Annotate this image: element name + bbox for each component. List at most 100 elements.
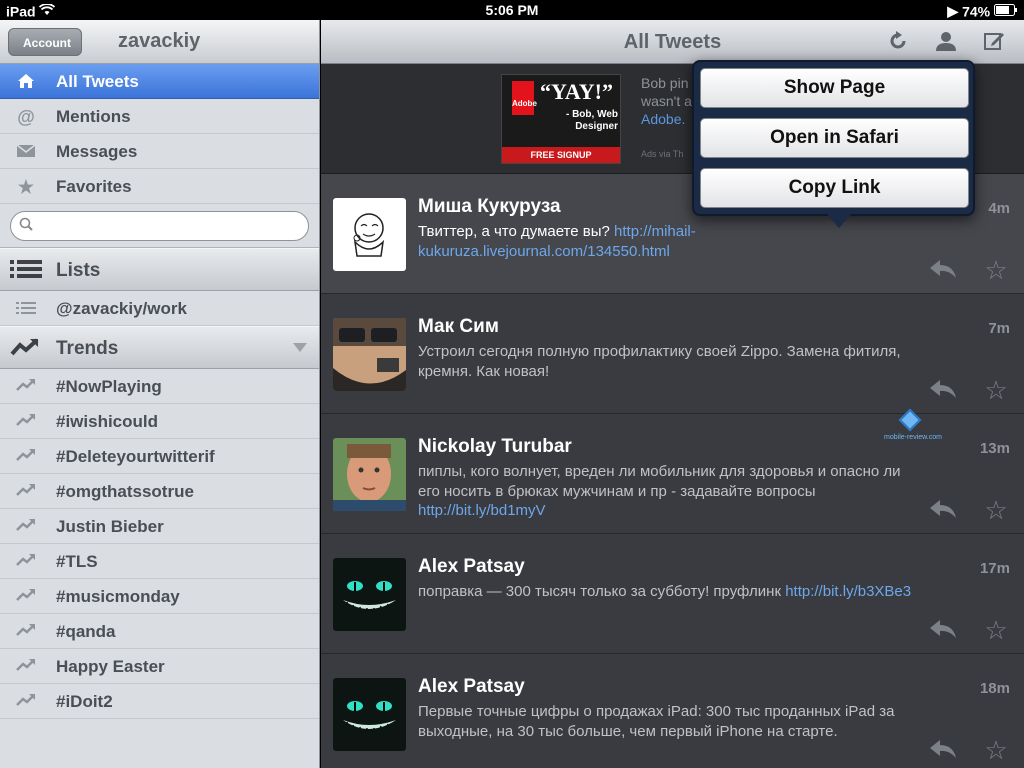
trend-icon — [16, 657, 36, 677]
status-time: 5:06 PM — [485, 2, 539, 18]
tweet-row[interactable]: Alex Patsay 17m поправка — 300 тысяч тольк… — [321, 534, 1024, 654]
envelope-icon — [16, 142, 36, 162]
tweet-text: поправка — 300 тысяч только за субботу! … — [418, 582, 918, 602]
adobe-logo: Adobe — [512, 81, 537, 115]
ad-via: Ads via Th — [641, 149, 684, 159]
tweet-body: Первые точные цифры о продажах iPad: 300… — [418, 703, 895, 740]
sidebar-item-list[interactable]: @zavackiy/work — [0, 291, 319, 326]
tweet-author: Alex Patsay — [418, 556, 525, 577]
star-icon[interactable]: ☆ — [982, 376, 1010, 404]
trends-section-header[interactable]: Trends — [0, 326, 319, 369]
trend-icon — [16, 412, 36, 432]
sidebar-item-trend[interactable]: #iDoit2 — [0, 684, 319, 719]
tweet-text: пиплы, кого волнует, вреден ли мобильник… — [418, 462, 918, 521]
lists-header-label: Lists — [56, 260, 101, 281]
compose-icon[interactable] — [981, 30, 1007, 54]
sidebar-item-messages[interactable]: Messages — [0, 134, 319, 169]
tweet-link[interactable]: http://bit.ly/b3XBe3 — [785, 583, 911, 600]
ad-signup-button[interactable]: FREE SIGNUP — [502, 147, 620, 163]
sidebar-item-label: Favorites — [56, 177, 132, 196]
tweet-text: Первые точные цифры о продажах iPad: 300… — [418, 702, 918, 741]
avatar[interactable] — [333, 558, 406, 631]
trend-label: #qanda — [56, 622, 116, 641]
lists-section-header[interactable]: Lists — [0, 248, 319, 291]
search-field[interactable] — [10, 211, 309, 241]
sidebar-item-trend[interactable]: #NowPlaying — [0, 369, 319, 404]
trend-label: #Deleteyourtwitterif — [56, 447, 215, 466]
chevron-down-icon[interactable] — [293, 343, 307, 352]
trend-icon — [16, 517, 36, 537]
status-bar: iPad 5:06 PM ▶ 74% — [0, 0, 1024, 20]
sidebar-header: Account zavackiy — [0, 20, 319, 64]
show-page-button[interactable]: Show Page — [700, 68, 969, 108]
tweet-body: поправка — 300 тысяч только за субботу! … — [418, 583, 786, 600]
refresh-icon[interactable] — [885, 30, 911, 54]
sidebar-item-trend[interactable]: #Deleteyourtwitterif — [0, 439, 319, 474]
ad-headline: “YAY!” — [540, 79, 613, 104]
tweet-author: Alex Patsay — [418, 676, 525, 697]
avatar[interactable] — [333, 318, 406, 391]
battery-icon — [994, 3, 1018, 19]
sidebar-item-label: Mentions — [56, 107, 131, 126]
trends-list: #NowPlaying #iwishicould #Deleteyourtwitte… — [0, 369, 319, 719]
profile-icon[interactable] — [933, 30, 959, 54]
sidebar-item-trend[interactable]: #omgthatssotrue — [0, 474, 319, 509]
trend-label: #TLS — [56, 552, 98, 571]
sidebar-item-trend[interactable]: Happy Easter — [0, 649, 319, 684]
copy-link-button[interactable]: Copy Link — [700, 168, 969, 208]
star-icon: ★ — [17, 177, 35, 197]
sidebar-item-favorites[interactable]: ★ Favorites — [0, 169, 319, 204]
trend-label: #iDoit2 — [56, 692, 113, 711]
sidebar-item-label: All Tweets — [56, 72, 139, 91]
star-icon[interactable]: ☆ — [982, 616, 1010, 644]
trend-icon — [16, 552, 36, 572]
trends-header-label: Trends — [56, 338, 119, 359]
tweet-text: Устроил сегодня полную профилактику свое… — [418, 342, 918, 381]
reply-icon[interactable] — [929, 258, 959, 282]
sidebar-item-trend[interactable]: Justin Bieber — [0, 509, 319, 544]
open-in-safari-button[interactable]: Open in Safari — [700, 118, 969, 158]
tweet-link[interactable]: http://bit.ly/bd1myV — [418, 502, 546, 519]
tweet-author: Мак Сим — [418, 316, 499, 337]
avatar[interactable] — [333, 198, 406, 271]
reply-icon[interactable] — [929, 738, 959, 762]
ad-image[interactable]: Adobe “YAY!” - Bob, Web Designer FREE SI… — [501, 74, 621, 164]
sidebar-item-label: Messages — [56, 142, 138, 161]
trend-icon — [16, 377, 36, 397]
account-back-button[interactable]: Account — [8, 28, 82, 56]
tweet-row[interactable]: Мак Сим 7m Устроил сегодня полную профилак… — [321, 294, 1024, 414]
star-icon[interactable]: ☆ — [982, 256, 1010, 284]
at-icon: @ — [17, 107, 35, 127]
trend-label: Justin Bieber — [56, 517, 164, 536]
tweet-list: Миша Кукуруза 4m Твиттер, а что думаете вы… — [321, 174, 1024, 768]
star-icon[interactable]: ☆ — [982, 496, 1010, 524]
avatar[interactable] — [333, 678, 406, 751]
sidebar: Account zavackiy All Tweets @ Mentions M… — [0, 20, 320, 768]
tweet-body: Устроил сегодня полную профилактику свое… — [418, 343, 901, 380]
play-icon: ▶ — [947, 2, 959, 19]
sidebar-item-trend[interactable]: #iwishicould — [0, 404, 319, 439]
tweet-time: 18m — [979, 680, 1010, 697]
trend-icon — [16, 622, 36, 642]
reply-icon[interactable] — [929, 618, 959, 642]
tweet-row[interactable]: Alex Patsay 18m Первые точные цифры о прод… — [321, 654, 1024, 768]
sidebar-item-mentions[interactable]: @ Mentions — [0, 99, 319, 134]
reply-icon[interactable] — [929, 498, 959, 522]
watermark: mobile-review.com — [878, 408, 948, 444]
sidebar-item-trend[interactable]: #qanda — [0, 614, 319, 649]
sidebar-item-all-tweets[interactable]: All Tweets — [0, 64, 319, 99]
star-icon[interactable]: ☆ — [982, 736, 1010, 764]
main-header: All Tweets — [321, 20, 1024, 64]
trend-icon — [10, 337, 42, 359]
trend-icon — [16, 482, 36, 502]
sidebar-item-trend[interactable]: #musicmonday — [0, 579, 319, 614]
avatar[interactable] — [333, 438, 406, 511]
username-title: zavackiy — [118, 30, 201, 52]
tweet-time: 13m — [979, 440, 1010, 457]
sidebar-item-trend[interactable]: #TLS — [0, 544, 319, 579]
search-input[interactable] — [39, 216, 299, 236]
trend-label: #musicmonday — [56, 587, 180, 606]
trend-label: #omgthatssotrue — [56, 482, 194, 501]
trend-label: Happy Easter — [56, 657, 165, 676]
reply-icon[interactable] — [929, 378, 959, 402]
